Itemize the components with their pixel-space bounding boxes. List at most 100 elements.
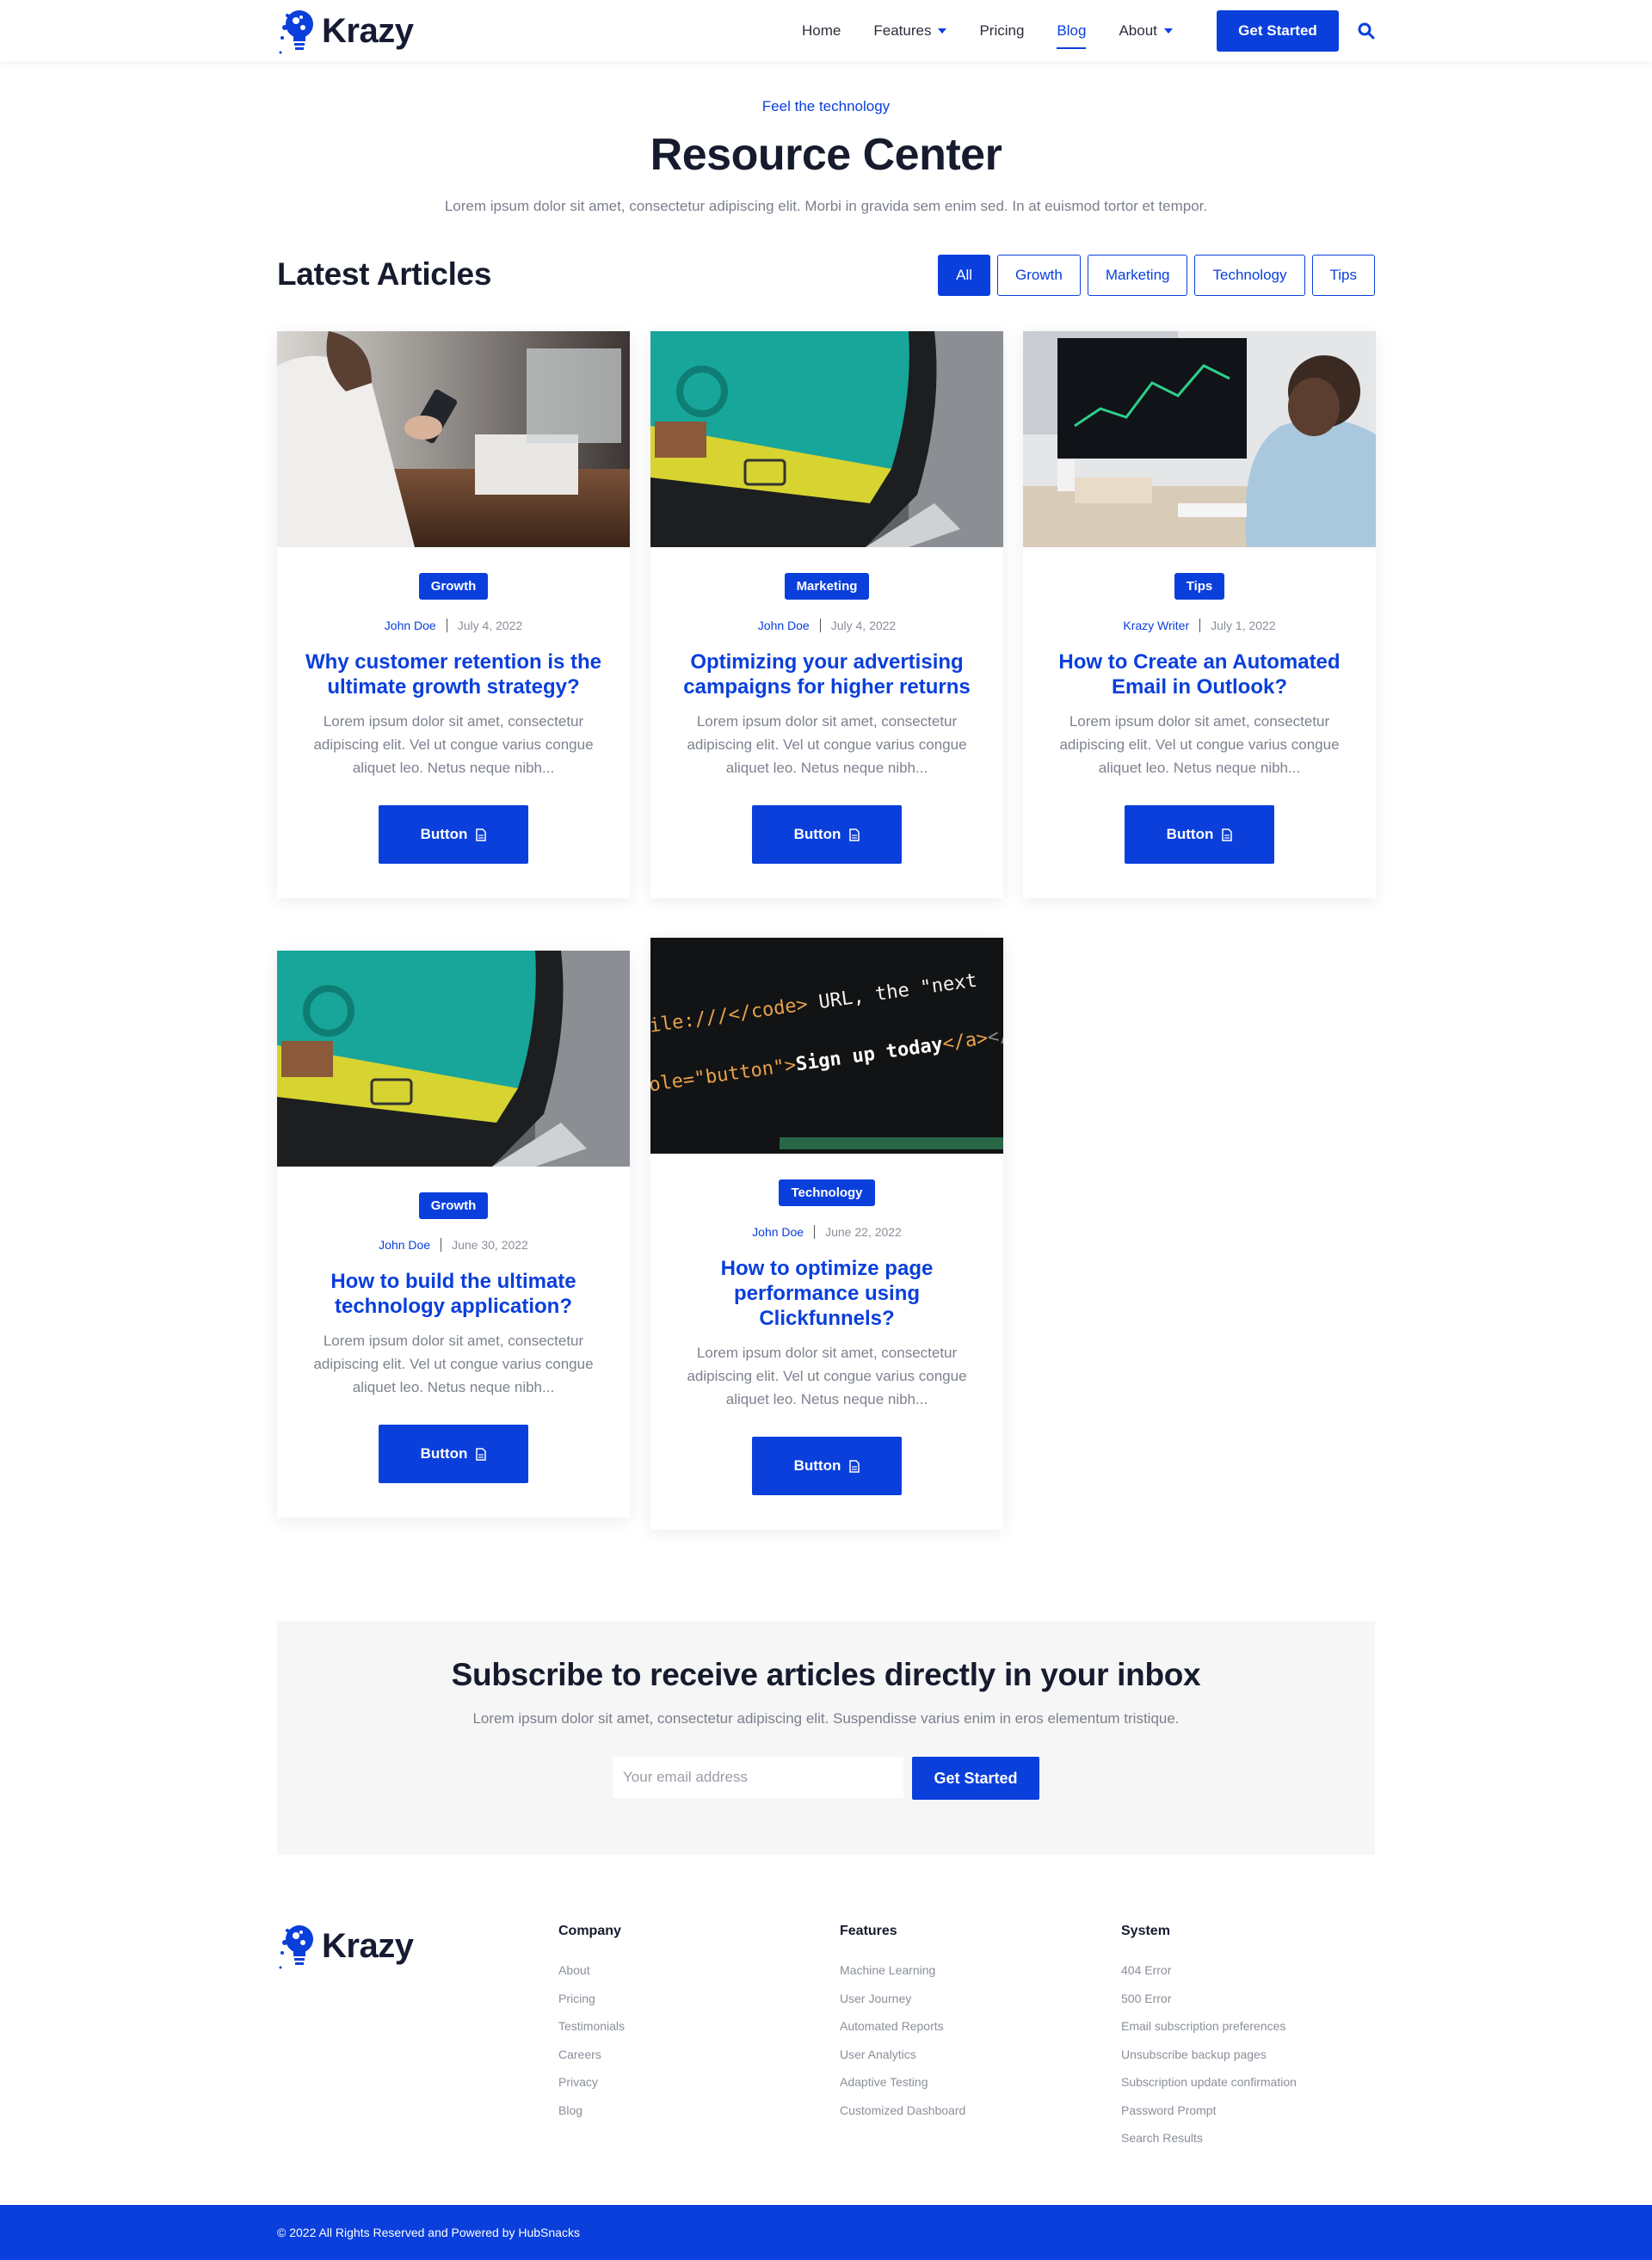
footer-link-adaptive-testing[interactable]: Adaptive Testing <box>840 2068 965 2097</box>
article-card: Growth John Doe July 4, 2022 Why customer… <box>277 331 630 898</box>
button-label: Button <box>793 1457 841 1474</box>
article-image-woman-phone[interactable] <box>277 331 630 547</box>
article-image-phone-app[interactable] <box>277 951 630 1167</box>
footer-link-machine-learning[interactable]: Machine Learning <box>840 1956 965 1985</box>
footer-link-email-preferences[interactable]: Email subscription preferences <box>1121 2012 1297 2041</box>
man-at-computer-image <box>1023 331 1376 547</box>
article-meta: John Doe June 30, 2022 <box>277 1238 630 1252</box>
author-link[interactable]: John Doe <box>758 619 810 632</box>
subscribe-heading: Subscribe to receive articles directly i… <box>451 1657 1201 1692</box>
read-article-button[interactable]: Button <box>1125 805 1274 864</box>
article-title[interactable]: How to Create an Automated Email in Outl… <box>1045 650 1354 699</box>
divider <box>819 619 821 632</box>
category-filters: All Growth Marketing Technology Tips <box>931 255 1375 296</box>
article-excerpt: Lorem ipsum dolor sit amet, consectetur … <box>313 1333 594 1395</box>
article-meta: John Doe June 22, 2022 <box>650 1225 1003 1239</box>
nav-about[interactable]: About <box>1119 0 1173 62</box>
article-card: file:///</code> URL, the "next role="but… <box>650 938 1003 1530</box>
divider <box>1199 619 1201 632</box>
footer-link-careers[interactable]: Careers <box>558 2041 625 2069</box>
footer-link-500[interactable]: 500 Error <box>1121 1985 1297 2013</box>
filter-technology[interactable]: Technology <box>1194 255 1305 296</box>
filter-tips[interactable]: Tips <box>1311 255 1375 296</box>
footer-link-unsubscribe[interactable]: Unsubscribe backup pages <box>1121 2041 1297 2069</box>
article-card: Tips Krazy Writer July 1, 2022 How to Cre… <box>1023 331 1376 898</box>
main-nav: Home Features Pricing Blog About <box>802 0 1205 62</box>
author-link[interactable]: Krazy Writer <box>1123 619 1189 632</box>
nav-features[interactable]: Features <box>873 0 947 62</box>
nav-pricing[interactable]: Pricing <box>979 0 1024 62</box>
get-started-button[interactable]: Get Started <box>1217 10 1339 52</box>
chevron-down-icon <box>938 28 947 34</box>
nav-blog[interactable]: Blog <box>1057 0 1087 62</box>
filter-marketing[interactable]: Marketing <box>1087 255 1188 296</box>
footer-link-subscription-update[interactable]: Subscription update confirmation <box>1121 2068 1297 2097</box>
document-icon <box>849 1459 860 1473</box>
footer-link-user-analytics[interactable]: User Analytics <box>840 2041 965 2069</box>
site-header: Krazy Home Features Pricing Blog About G… <box>0 0 1652 62</box>
article-card: Marketing John Doe July 4, 2022 Optimizin… <box>650 331 1003 898</box>
footer-link-404[interactable]: 404 Error <box>1121 1956 1297 1985</box>
post-date: June 30, 2022 <box>452 1238 528 1252</box>
lightbulb-logo-icon <box>279 1925 313 1969</box>
filter-all[interactable]: All <box>938 255 991 296</box>
email-field[interactable] <box>613 1757 903 1798</box>
nav-blog-label: Blog <box>1057 22 1087 39</box>
article-image-code-screen[interactable]: file:///</code> URL, the "next role="but… <box>650 938 1003 1154</box>
footer-link-user-journey[interactable]: User Journey <box>840 1985 965 2013</box>
footer-link-customized-dashboard[interactable]: Customized Dashboard <box>840 2097 965 2125</box>
article-image-man-computer[interactable] <box>1023 331 1376 547</box>
phone-app-image <box>277 951 630 1167</box>
document-icon <box>1222 828 1233 841</box>
footer-link-privacy[interactable]: Privacy <box>558 2068 625 2097</box>
category-tag[interactable]: Growth <box>418 573 489 600</box>
category-tag[interactable]: Tips <box>1174 573 1225 600</box>
read-article-button[interactable]: Button <box>379 1425 528 1483</box>
article-title[interactable]: Why customer retention is the ultimate g… <box>299 650 608 699</box>
footer-column-system: System 404 Error 500 Error Email subscri… <box>1121 1924 1297 2152</box>
nav-pricing-label: Pricing <box>979 22 1025 39</box>
article-meta: John Doe July 4, 2022 <box>277 619 630 632</box>
post-date: July 1, 2022 <box>1211 619 1276 632</box>
article-title[interactable]: Optimizing your advertising campaigns fo… <box>672 650 982 699</box>
nav-home[interactable]: Home <box>802 0 841 62</box>
hero-eyebrow: Feel the technology <box>761 98 891 114</box>
read-article-button[interactable]: Button <box>379 805 528 864</box>
nav-about-label: About <box>1119 22 1157 39</box>
button-label: Button <box>793 826 841 842</box>
brand-logo[interactable]: Krazy <box>277 5 414 57</box>
footer-column-features: Features Machine Learning User Journey A… <box>840 1924 965 2124</box>
code-screen-image: file:///</code> URL, the "next role="but… <box>650 938 1003 1154</box>
chevron-down-icon <box>1163 28 1173 34</box>
filter-growth[interactable]: Growth <box>997 255 1081 296</box>
article-title[interactable]: How to build the ultimate technology app… <box>299 1269 608 1319</box>
footer-link-automated-reports[interactable]: Automated Reports <box>840 2012 965 2041</box>
post-date: July 4, 2022 <box>457 619 523 632</box>
author-link[interactable]: John Doe <box>379 1238 430 1252</box>
subscribe-button[interactable]: Get Started <box>912 1757 1039 1800</box>
read-article-button[interactable]: Button <box>752 1437 902 1495</box>
author-link[interactable]: John Doe <box>385 619 436 632</box>
footer-link-password-prompt[interactable]: Password Prompt <box>1121 2097 1297 2125</box>
article-image-phone-app[interactable] <box>650 331 1003 547</box>
footer-column-company: Company About Pricing Testimonials Caree… <box>558 1924 625 2124</box>
article-excerpt: Lorem ipsum dolor sit amet, consectetur … <box>1059 713 1340 776</box>
footer-link-about[interactable]: About <box>558 1956 625 1985</box>
nav-home-label: Home <box>802 22 841 39</box>
footer-heading: Features <box>840 1924 897 1938</box>
article-title[interactable]: How to optimize page performance using C… <box>672 1256 982 1331</box>
category-tag[interactable]: Technology <box>779 1179 875 1206</box>
page-title: Resource Center <box>650 130 1002 180</box>
search-icon[interactable] <box>1358 22 1375 40</box>
footer-logo[interactable]: Krazy <box>277 1920 414 1972</box>
author-link[interactable]: John Doe <box>752 1225 804 1239</box>
footer-link-pricing[interactable]: Pricing <box>558 1985 625 2013</box>
read-article-button[interactable]: Button <box>752 805 902 864</box>
latest-articles-heading: Latest Articles <box>277 256 492 292</box>
footer-link-search-results[interactable]: Search Results <box>1121 2124 1297 2152</box>
footer-link-testimonials[interactable]: Testimonials <box>558 2012 625 2041</box>
category-tag[interactable]: Marketing <box>784 573 870 600</box>
category-tag[interactable]: Growth <box>418 1192 489 1219</box>
footer-link-blog[interactable]: Blog <box>558 2097 625 2125</box>
document-icon <box>476 828 487 841</box>
